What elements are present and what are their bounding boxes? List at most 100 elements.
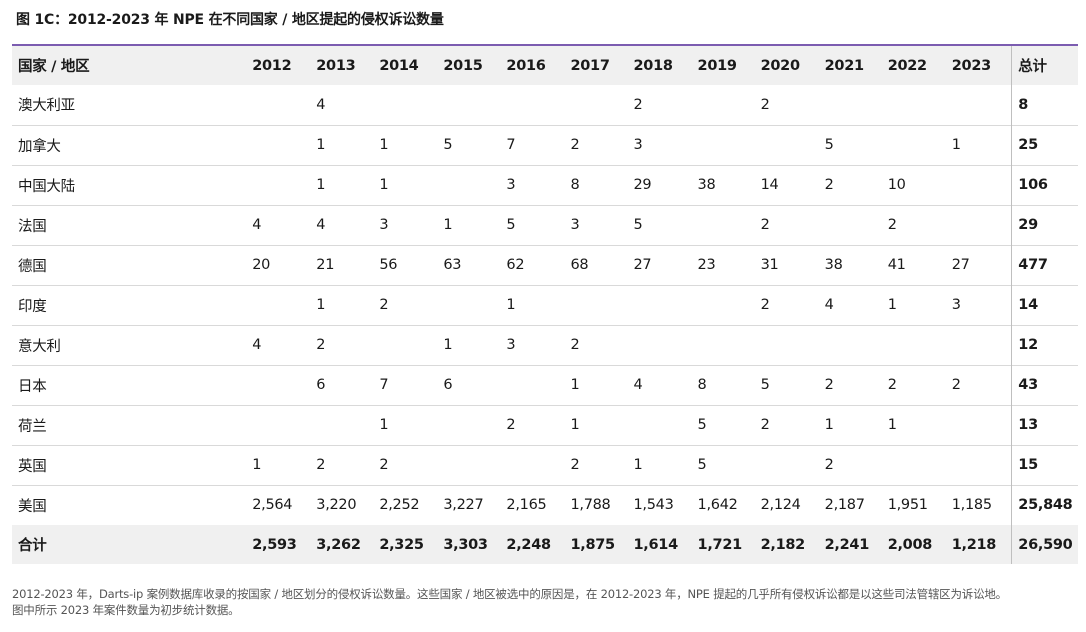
- header-region: 国家 / 地区: [18, 59, 90, 75]
- table-cell: 2: [824, 177, 834, 193]
- table-row: 荷兰 1 2 1 5 2 1 1 13: [12, 405, 1078, 445]
- row-total: 14: [1011, 285, 1078, 325]
- figure-title: 图 1C：2012-2023 年 NPE 在不同国家 / 地区提起的侵权诉讼数量: [16, 12, 444, 28]
- table-cell: 2: [570, 337, 580, 353]
- table-cell: 2: [316, 457, 326, 473]
- table-cell: [885, 325, 949, 365]
- footer-cell: 2,241: [824, 536, 870, 553]
- table-cell: 5: [633, 217, 643, 233]
- table-cell: 63: [443, 257, 462, 273]
- table-cell: 2: [760, 417, 770, 433]
- table-cell: 5: [697, 457, 707, 473]
- table-cell: 4: [252, 217, 262, 233]
- table-cell: 3: [633, 137, 643, 153]
- header-year: 2019: [697, 57, 737, 74]
- table-cell: 62: [506, 257, 525, 273]
- row-total: 477: [1011, 245, 1078, 285]
- table-cell: 1: [570, 377, 580, 393]
- row-region: 日本: [18, 378, 47, 395]
- table-cell: [440, 85, 503, 125]
- row-region: 意大利: [18, 338, 61, 355]
- row-total: 12: [1011, 325, 1078, 365]
- table-cell: [758, 125, 822, 165]
- table-cell: 3: [951, 297, 961, 313]
- table-cell: 1: [379, 177, 389, 193]
- table-cell: 4: [824, 297, 834, 313]
- row-region: 中国大陆: [18, 178, 75, 195]
- table-cell: 5: [760, 377, 770, 393]
- table-cell: [695, 285, 758, 325]
- row-total: 25: [1011, 125, 1078, 165]
- note-line-2: 图中所示 2023 年案件数量为初步统计数据。: [12, 603, 240, 617]
- table-cell: 1,642: [697, 497, 738, 514]
- table-cell: 8: [570, 177, 580, 193]
- table-cell: 3,227: [443, 497, 484, 514]
- table-cell: [822, 85, 885, 125]
- table-cell: [440, 445, 503, 485]
- header-year: 2021: [824, 57, 864, 74]
- table-cell: [885, 85, 949, 125]
- table-cell: 1,543: [633, 497, 674, 514]
- table-row: 英国 1 2 2 2 1 5 2 15: [12, 445, 1078, 485]
- table-header-row: 国家 / 地区 2012 2013 2014 2015 2016 2017 2018 2019 2…: [12, 45, 1078, 85]
- table-cell: 1: [316, 177, 326, 193]
- table-cell: [249, 165, 313, 205]
- table-cell: [567, 85, 630, 125]
- table-cell: 1: [443, 337, 453, 353]
- table-cell: [949, 405, 1012, 445]
- table-cell: 2: [760, 297, 770, 313]
- table-cell: 2: [379, 297, 389, 313]
- table-cell: [376, 325, 440, 365]
- table-cell: 1: [887, 297, 897, 313]
- header-year: 2013: [316, 57, 356, 74]
- table-cell: [567, 285, 630, 325]
- table-cell: 38: [824, 257, 843, 273]
- row-region: 英国: [18, 458, 47, 475]
- table-cell: [440, 405, 503, 445]
- row-region: 法国: [18, 218, 47, 235]
- table-cell: 1: [633, 457, 643, 473]
- footer-cell: 1,721: [697, 536, 743, 553]
- table-row: 澳大利亚 4 2 2 8: [12, 85, 1078, 125]
- table-row: 加拿大 1 1 5 7 2 3 5 1 25: [12, 125, 1078, 165]
- table-cell: 2: [570, 137, 580, 153]
- footer-cell: 2,182: [760, 536, 806, 553]
- row-total: 8: [1011, 85, 1078, 125]
- table-cell: 7: [506, 137, 516, 153]
- table-cell: 2: [760, 96, 770, 113]
- table-cell: 2,564: [252, 497, 293, 514]
- row-region: 印度: [18, 298, 47, 315]
- table-cell: 4: [316, 217, 326, 233]
- table-cell: [503, 445, 567, 485]
- table-cell: 5: [443, 137, 453, 153]
- row-total: 43: [1011, 365, 1078, 405]
- table-cell: 68: [570, 257, 589, 273]
- table-cell: [313, 405, 376, 445]
- table-cell: 2: [824, 457, 834, 473]
- table-cell: 2: [887, 217, 897, 233]
- table-cell: 5: [697, 417, 707, 433]
- header-year: 2022: [887, 57, 927, 74]
- row-total: 106: [1011, 165, 1078, 205]
- table-cell: 1: [824, 417, 834, 433]
- table-cell: [885, 125, 949, 165]
- table-cell: 14: [760, 177, 779, 193]
- footer-cell: 1,875: [570, 536, 615, 553]
- table-row: 意大利 4 2 1 3 2 12: [12, 325, 1078, 365]
- table-cell: 1: [316, 137, 326, 153]
- table-cell: 5: [824, 137, 834, 153]
- footer-cell: 1,218: [951, 536, 997, 553]
- table-cell: 1: [887, 417, 897, 433]
- table-row: 日本 6 7 6 1 4 8 5 2 2 2 43: [12, 365, 1078, 405]
- table-cell: [695, 205, 758, 245]
- row-total: 13: [1011, 405, 1078, 445]
- table-cell: [503, 365, 567, 405]
- table-cell: [249, 285, 313, 325]
- figure-note: 2012-2023 年，Darts-ip 案例数据库收录的按国家 / 地区划分的…: [12, 586, 1082, 618]
- header-year: 2023: [951, 57, 991, 74]
- table-cell: [503, 85, 567, 125]
- table-cell: [695, 125, 758, 165]
- table-cell: 1,951: [887, 497, 928, 514]
- header-year: 2020: [760, 57, 800, 74]
- table-cell: [440, 165, 503, 205]
